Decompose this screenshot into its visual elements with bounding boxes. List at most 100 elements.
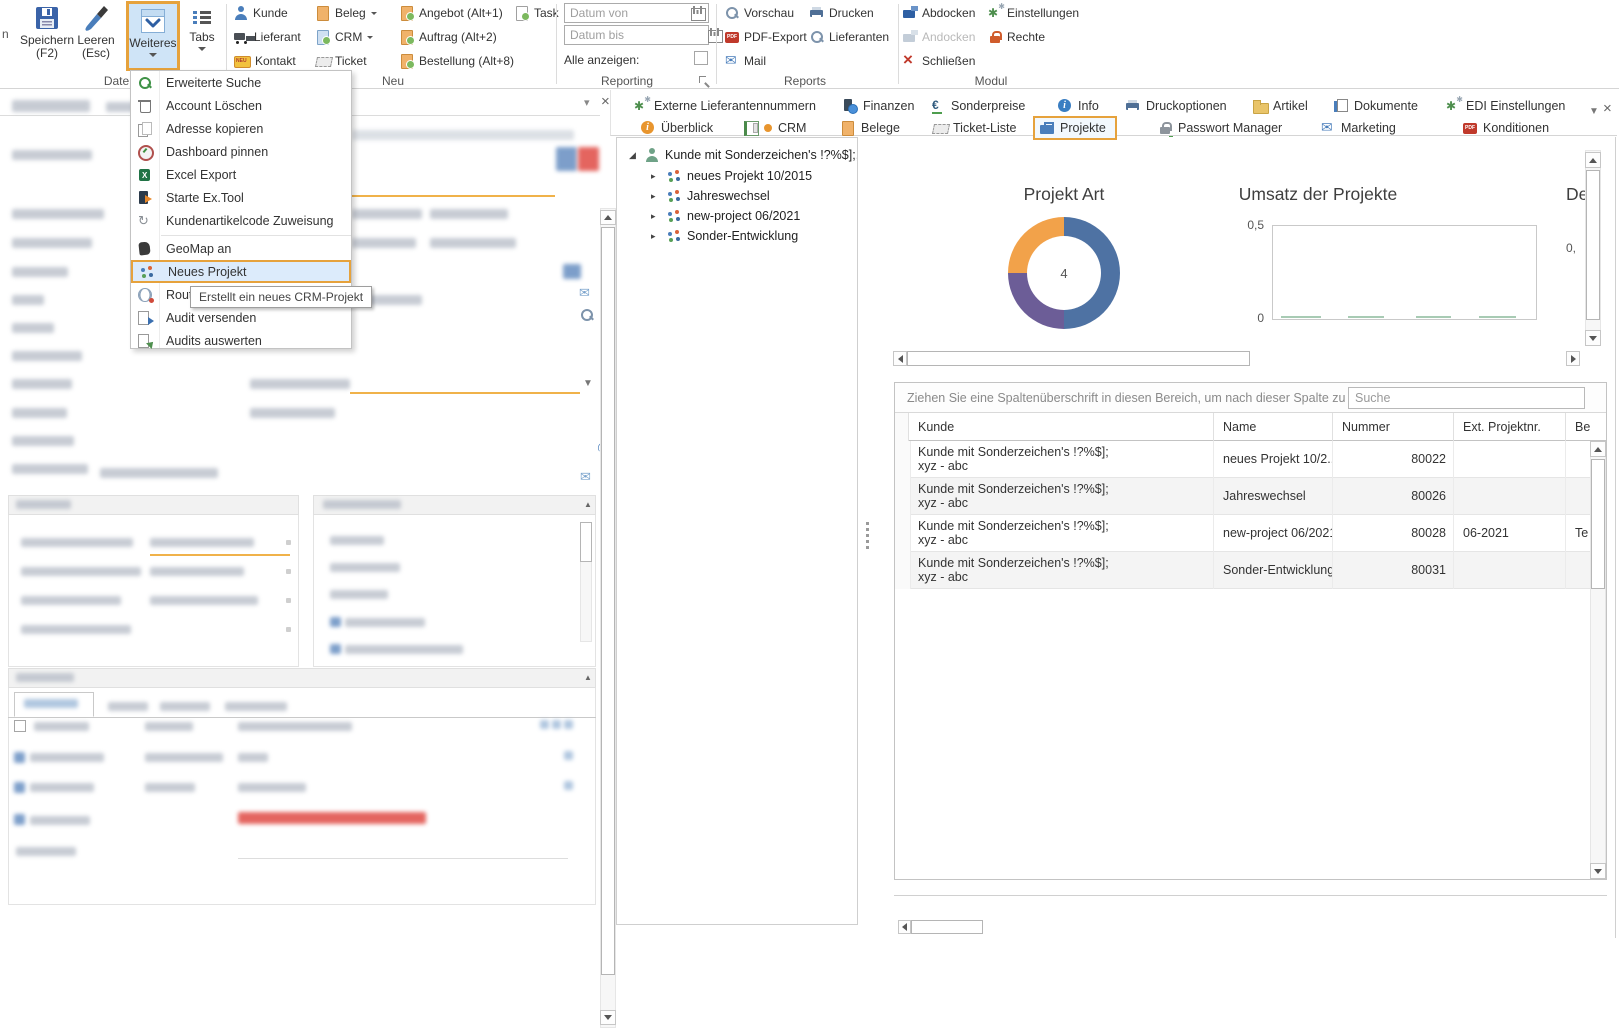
group-by-bar[interactable]: Ziehen Sie eine Spaltenüberschrift in di… [895,383,1606,413]
vorschau-button[interactable]: Vorschau [725,3,794,23]
calendar-icon[interactable] [691,6,705,20]
scrollbar-thumb[interactable] [907,351,1250,366]
module-tab-dokumente[interactable]: Dokumente [1334,96,1418,116]
module-tab-finanzen[interactable]: Finanzen [843,96,914,116]
lieferanten-button[interactable]: Lieferanten [810,27,889,47]
module-tab-externe-lieferantennummern[interactable]: Externe Lieferantennummern [634,96,816,116]
form-checkbox[interactable] [14,720,26,732]
menu-item-dashboard-pinnen[interactable]: Dashboard pinnen [131,140,351,163]
module-tab-ticket-liste[interactable]: Ticket-Liste [933,118,1016,138]
tree-item-jahreswechsel[interactable]: ▸Jahreswechsel [651,187,770,205]
save-button[interactable]: Speichern (F2) [18,1,76,71]
module-tab-artikel[interactable]: Artikel [1253,96,1308,116]
tree-collapsed-icon[interactable]: ▸ [651,211,661,222]
pin-icon[interactable]: ▾ [584,96,590,109]
tree-item-neues-projekt-10-2015[interactable]: ▸neues Projekt 10/2015 [651,167,812,185]
tree-collapsed-icon[interactable]: ▸ [651,231,661,242]
kontakt-button[interactable]: Kontakt [234,51,296,71]
field-button[interactable] [286,540,291,545]
collapse-icon[interactable]: ▲ [584,500,592,509]
scroll-left-button[interactable] [898,920,911,934]
module-tab-druckoptionen[interactable]: Druckoptionen [1126,96,1227,116]
scrollbar-thumb[interactable] [1586,170,1600,320]
ticket-button[interactable]: Ticket [316,51,367,71]
lieferant-button[interactable]: Lieferant [234,27,301,47]
scroll-up-button[interactable] [600,210,616,225]
close-panel-icon[interactable]: × [601,93,610,110]
drucken-button[interactable]: Drucken [810,3,874,23]
weiteres-button[interactable]: Weiteres [126,1,180,71]
menu-item-excel-export[interactable]: Excel Export [131,163,351,186]
module-tab-konditionen[interactable]: Konditionen [1463,118,1549,138]
task-button[interactable]: Task [515,3,559,23]
table-row[interactable]: Kunde mit Sonderzeichen's !?%$];xyz - ab… [895,441,1606,478]
menu-item-account-l-schen[interactable]: Account Löschen [131,94,351,117]
envelope-icon[interactable]: ✉ [580,470,591,483]
abdocken-button[interactable]: Abdocken [903,3,975,23]
menu-item-audits-auswerten[interactable]: Audits auswerten [131,329,351,352]
dialog-launcher-icon[interactable] [699,76,710,87]
sub-panel-header[interactable] [8,668,596,688]
column-header-nummer[interactable]: Nummer [1333,413,1454,441]
alle-anzeigen-checkbox[interactable] [694,51,708,65]
envelope-icon[interactable]: ✉ [579,286,590,299]
menu-item-starte-ex-tool[interactable]: Starte Ex.Tool [131,186,351,209]
scroll-down-button[interactable] [600,1010,616,1025]
collapse-icon[interactable]: ▲ [584,673,592,682]
module-tab-edi-einstellungen[interactable]: EDI Einstellungen [1446,96,1565,116]
field-button[interactable] [286,569,291,574]
auftrag-button[interactable]: Auftrag (Alt+2) [400,27,497,47]
module-tab-projekte[interactable]: Projekte [1033,116,1117,140]
menu-item-adresse-kopieren[interactable]: Adresse kopieren [131,117,351,140]
chevron-down-icon[interactable]: ▼ [583,378,593,389]
close-tabs-icon[interactable]: × [1603,100,1612,117]
column-header-ext-projektnr[interactable]: Ext. Projektnr. [1454,413,1566,441]
tree-collapsed-icon[interactable]: ▸ [651,191,661,202]
tree-collapsed-icon[interactable]: ▸ [651,171,661,182]
scroll-down-button[interactable] [1585,330,1601,346]
crm-button[interactable]: CRM [316,27,373,47]
column-header-name[interactable]: Name [1214,413,1333,441]
clear-button[interactable]: Leeren (Esc) [72,1,120,71]
scroll-down-button[interactable] [1590,863,1606,879]
panel-splitter-handle[interactable] [866,522,870,562]
angebot-button[interactable]: Angebot (Alt+1) [400,3,503,23]
table-row[interactable]: Kunde mit Sonderzeichen's !?%$];xyz - ab… [895,552,1606,589]
field-button[interactable] [286,627,291,632]
einstellungen-button[interactable]: Einstellungen [988,3,1079,23]
scrollbar-thumb[interactable] [580,522,592,562]
scroll-right-button[interactable] [1566,351,1580,366]
schliessen-button[interactable]: Schließen [903,51,975,71]
tree-root-item[interactable]: ◢ Kunde mit Sonderzeichen's !?%$];, x... [629,146,858,164]
chevron-down-icon[interactable]: ▼ [1589,106,1599,117]
scroll-left-button[interactable] [893,351,907,366]
module-tab-passwort-manager[interactable]: Passwort Manager [1158,118,1282,138]
pdf-export-button[interactable]: PDF-Export [725,27,807,47]
module-tab-belege[interactable]: Belege [841,118,900,138]
bestellung-button[interactable]: Bestellung (Alt+8) [400,51,514,71]
module-tab-sonderpreise[interactable]: Sonderpreise [931,96,1025,116]
tree-item-new-project-06-2021[interactable]: ▸new-project 06/2021 [651,207,800,225]
datum-von-input[interactable] [564,3,709,23]
kunde-button[interactable]: Kunde [234,3,288,23]
module-tab-marketing[interactable]: Marketing [1321,118,1396,138]
tabs-button[interactable]: Tabs [180,1,224,71]
scroll-up-button[interactable] [1590,441,1606,457]
scrollbar-thumb[interactable] [1591,459,1605,589]
beleg-button[interactable]: Beleg [316,3,377,23]
table-row[interactable]: Kunde mit Sonderzeichen's !?%$];xyz - ab… [895,515,1606,552]
menu-item-neues-projekt[interactable]: Neues Projekt [131,260,351,283]
magnifier-icon[interactable] [580,308,594,322]
mail-button[interactable]: Mail [725,51,766,71]
module-tab-überblick[interactable]: Überblick [641,118,713,138]
tree-expanded-icon[interactable]: ◢ [629,150,639,161]
menu-item-erweiterte-suche[interactable]: Erweiterte Suche [131,71,351,94]
scrollbar-thumb[interactable] [911,920,983,934]
scroll-up-button[interactable] [1585,152,1601,168]
table-row[interactable]: Kunde mit Sonderzeichen's !?%$];xyz - ab… [895,478,1606,515]
module-tab-info[interactable]: Info [1058,96,1099,116]
rechte-button[interactable]: Rechte [988,27,1045,47]
search-input[interactable] [1348,387,1585,409]
scrollbar-thumb[interactable] [601,227,615,975]
menu-item-audit-versenden[interactable]: Audit versenden [131,306,351,329]
